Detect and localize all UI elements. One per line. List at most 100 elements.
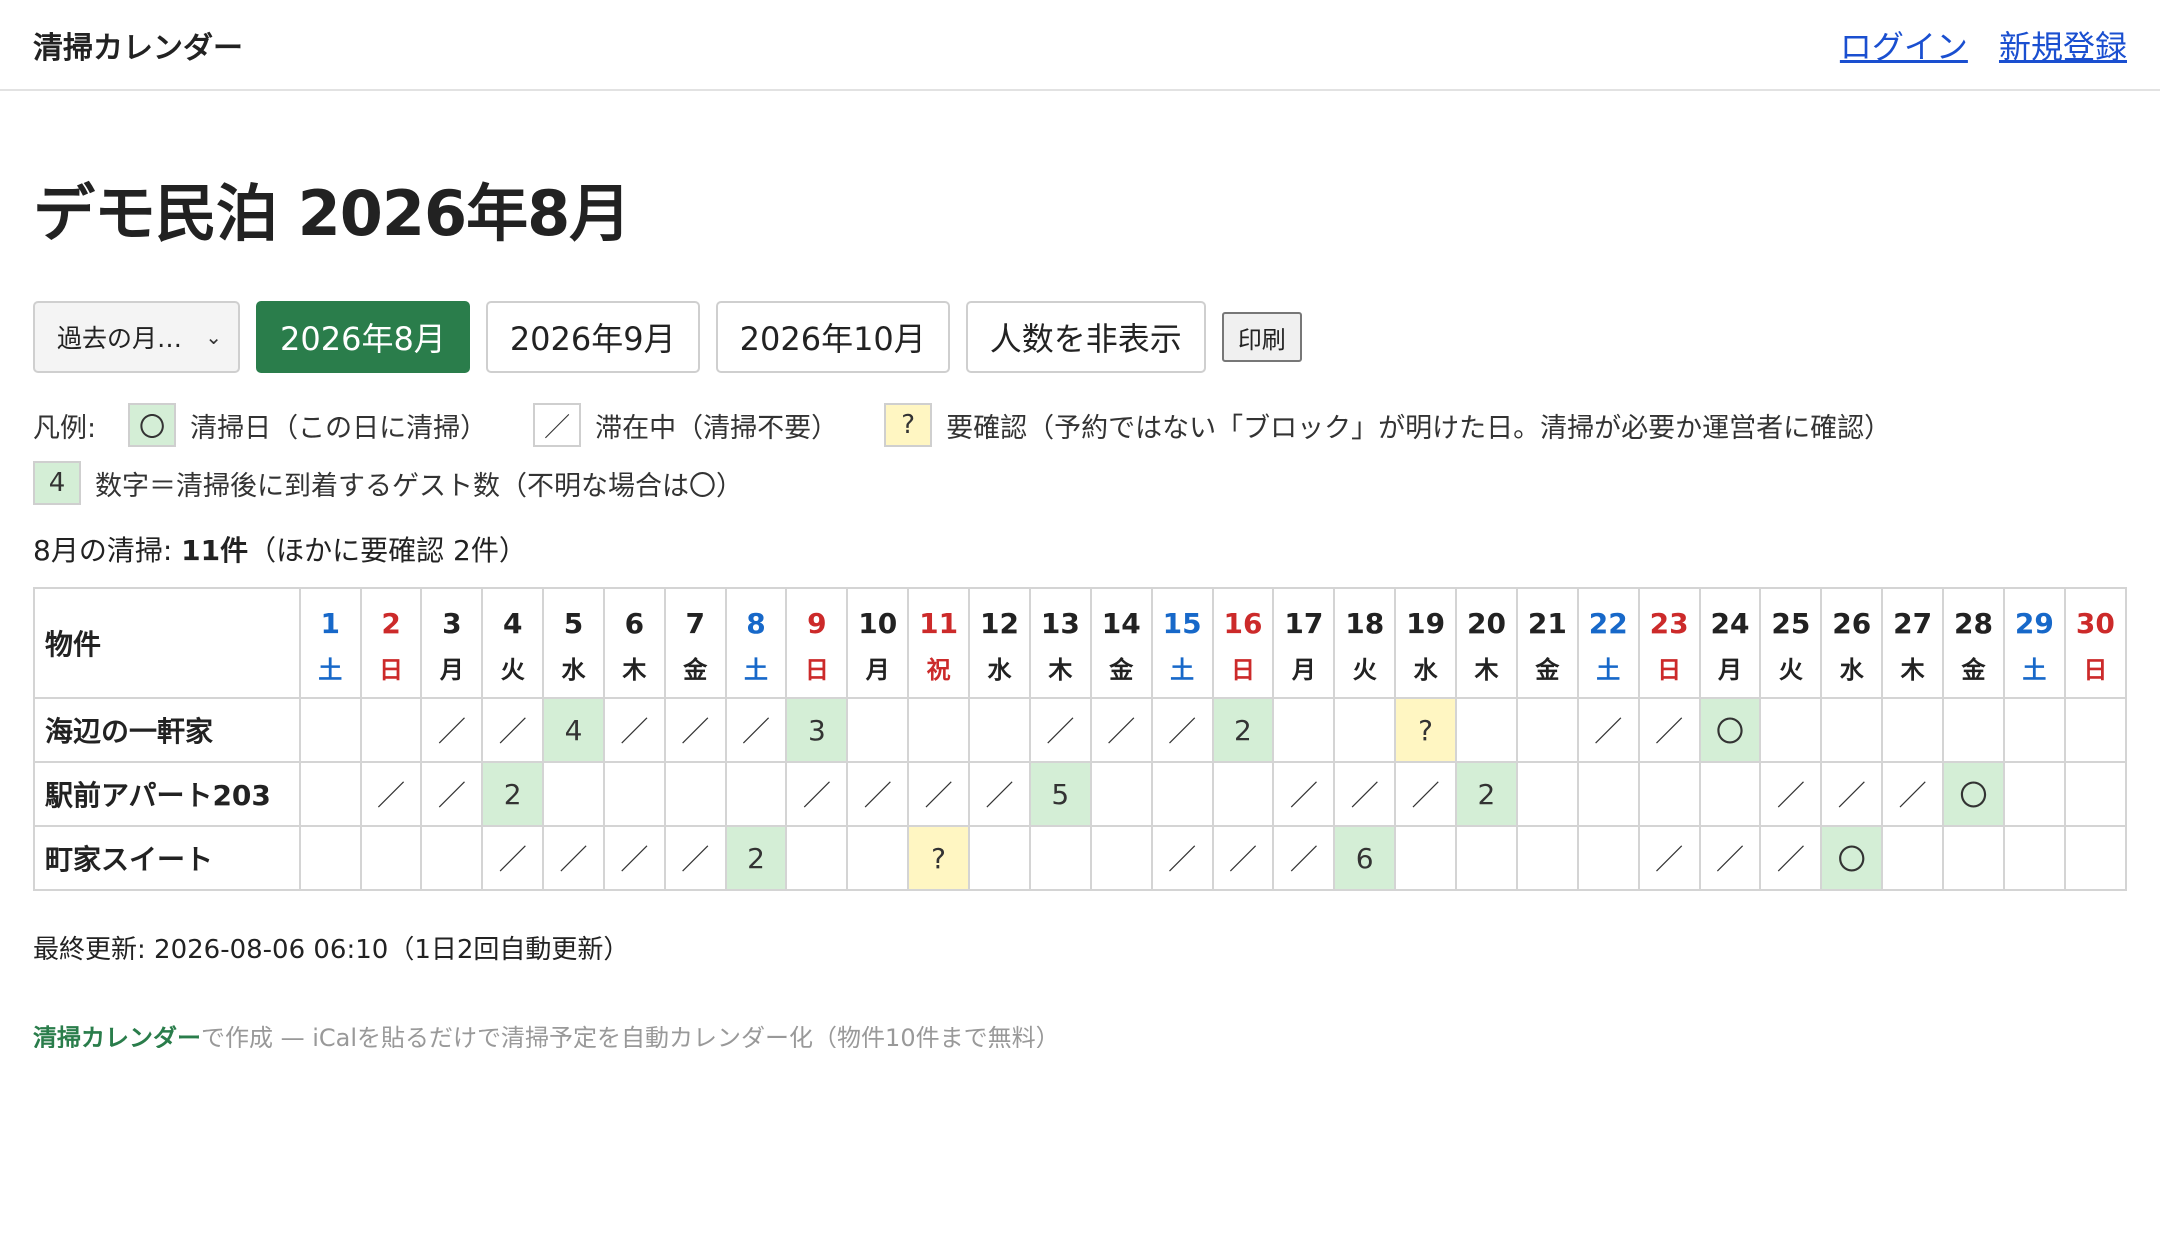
day-of-week: 水 — [561, 656, 586, 684]
calendar-cell: ／ — [1576, 697, 1640, 763]
calendar-cell: ／ — [1028, 697, 1092, 763]
calendar-cell: 4 — [542, 697, 605, 763]
calendar-cell: ? — [1394, 697, 1458, 763]
calendar-cell — [968, 825, 1031, 891]
calendar-cell — [420, 825, 484, 891]
day-of-week: 木 — [622, 656, 647, 684]
day-header: 18 火 — [1333, 587, 1397, 699]
table-row: 町家スイート／／／／ 2? ／／／ 6 ／／／〇 — [33, 825, 2127, 891]
page-title: デモ民泊 2026年8月 — [33, 177, 631, 250]
calendar-cell: ／ — [663, 825, 727, 891]
day-number: 28 — [1953, 607, 1993, 640]
calendar-cell — [602, 761, 666, 827]
day-number: 14 — [1101, 607, 1141, 640]
summary-prefix: 8月の清掃: — [33, 534, 182, 567]
top-bar: 清掃カレンダー ログイン 新規登録 — [0, 0, 2160, 91]
calendar-cell: ／ — [542, 825, 605, 891]
day-of-week: 月 — [1291, 656, 1316, 684]
table-row: 海辺の一軒家／／ 4 ／／／ 3 ／／／ 2? ／／〇 — [33, 697, 2127, 763]
day-header: 17 月 — [1272, 587, 1336, 699]
day-number: 5 — [563, 607, 584, 640]
day-number: 3 — [442, 607, 462, 640]
day-of-week: 水 — [1839, 656, 1864, 684]
calendar-cell — [1637, 761, 1701, 827]
calendar-cell: 〇 — [1942, 761, 2005, 827]
calendar-cell: 5 — [1028, 761, 1092, 827]
calendar-cell — [2002, 697, 2066, 763]
day-of-week: 祝 — [926, 656, 951, 684]
day-of-week: 木 — [1048, 656, 1073, 684]
summary-suffix: （ほかに要確認 2件） — [248, 534, 527, 567]
calendar-table-wrap[interactable]: 物件 1 土 2 日 3 月 4 火 5 水 6 木 7 金 8 土 9 日 10 月 11 祝 12 水 13 木 14 金 15 土 1… — [33, 587, 2127, 891]
day-number: 4 — [502, 607, 523, 640]
calendar-cell — [1028, 825, 1092, 891]
calendar-cell: ／ — [481, 825, 545, 891]
day-of-week: 金 — [683, 656, 708, 684]
legend-text-count: 数字＝清掃後に到着するゲスト数（不明な場合は〇） — [95, 470, 743, 502]
print-button[interactable]: 印刷 — [1221, 312, 1302, 362]
day-of-week: 土 — [1170, 656, 1195, 684]
calendar-cell: ／ — [481, 697, 545, 763]
day-header: 23 日 — [1637, 587, 1701, 699]
property-name: 海辺の一軒家 — [33, 697, 301, 763]
legend-text-clean: 清掃日（この日に清掃） — [190, 412, 488, 444]
calendar-cell: ／ — [359, 761, 423, 827]
day-header: 11 祝 — [907, 587, 971, 699]
day-of-week: 火 — [500, 656, 525, 684]
calendar-cell — [1394, 825, 1458, 891]
table-body: 海辺の一軒家／／ 4 ／／／ 3 ／／／ 2? ／／〇駅前アパート203 ／／ 2 ／／／／ 5 ／／… — [33, 697, 2127, 891]
calendar-cell — [968, 697, 1031, 763]
day-header: 27 木 — [1881, 587, 1945, 699]
signup-link[interactable]: 新規登録 — [1999, 28, 2127, 66]
day-header: 19 水 — [1394, 587, 1458, 699]
calendar-cell: 3 — [785, 697, 849, 763]
calendar-cell — [846, 697, 910, 763]
day-of-week: 木 — [1900, 656, 1925, 684]
day-of-week: 日 — [1657, 656, 1682, 684]
day-of-week: 土 — [744, 656, 769, 684]
month-button-aug[interactable]: 2026年8月 — [256, 301, 470, 373]
day-number: 23 — [1649, 607, 1689, 640]
calendar-cell — [1698, 761, 1762, 827]
calendar-cell: ／ — [1089, 697, 1153, 763]
calendar-cell — [2002, 825, 2066, 891]
property-name: 町家スイート — [33, 825, 301, 891]
day-number: 25 — [1771, 607, 1811, 640]
calendar-cell: 2 — [724, 825, 788, 891]
calendar-cell: ／ — [785, 761, 849, 827]
month-button-oct[interactable]: 2026年10月 — [715, 301, 950, 373]
day-of-week: 金 — [1109, 656, 1134, 684]
calendar-cell — [2063, 825, 2127, 891]
calendar-cell: ／ — [1272, 761, 1336, 827]
hide-count-button[interactable]: 人数を非表示 — [965, 301, 1206, 373]
calendar-cell: ／ — [663, 697, 727, 763]
calendar-cell: ／ — [1820, 761, 1884, 827]
day-header: 3月 — [420, 587, 484, 699]
day-header: 6木 — [602, 587, 666, 699]
calendar-cell: 2 — [1211, 697, 1275, 763]
day-of-week: 月 — [865, 656, 890, 684]
property-name: 駅前アパート203 — [33, 761, 301, 827]
day-number: 6 — [624, 607, 645, 640]
month-controls: 過去の月… ⌄ 2026年8月 2026年9月 2026年10月 人数を非表示 … — [33, 301, 2127, 373]
calendar-cell — [1272, 697, 1336, 763]
legend: 凡例: 〇 清掃日（この日に清掃） ／ 滞在中（清掃不要） ? 要確認（予約では… — [33, 401, 2127, 507]
calendar-cell — [1455, 697, 1518, 763]
legend-swatch-count: 4 — [33, 461, 81, 505]
login-link[interactable]: ログイン — [1840, 28, 1968, 66]
calendar-cell — [2063, 697, 2127, 763]
credit-link[interactable]: 清掃カレンダー — [33, 1024, 201, 1048]
past-month-select-label: 過去の月… — [57, 324, 183, 353]
calendar-cell — [1881, 697, 1945, 763]
table-header-row: 物件 1 土 2 日 3 月 4 火 5 水 6 木 7 金 8 土 9 日 10 月 11 祝 12 水 13 木 14 金 15 土 1… — [33, 587, 2127, 699]
legend-label: 凡例: — [33, 412, 97, 444]
day-of-week: 月 — [439, 656, 464, 684]
brand-logo[interactable]: 清掃カレンダー — [33, 23, 243, 67]
calendar-cell — [1576, 761, 1640, 827]
calendar-cell — [1576, 825, 1640, 891]
calendar-cell — [359, 825, 423, 891]
month-button-sep[interactable]: 2026年9月 — [485, 301, 700, 373]
calendar-cell: ／ — [1272, 825, 1336, 891]
past-month-select[interactable]: 過去の月… ⌄ — [33, 301, 240, 373]
day-number: 13 — [1040, 607, 1080, 640]
